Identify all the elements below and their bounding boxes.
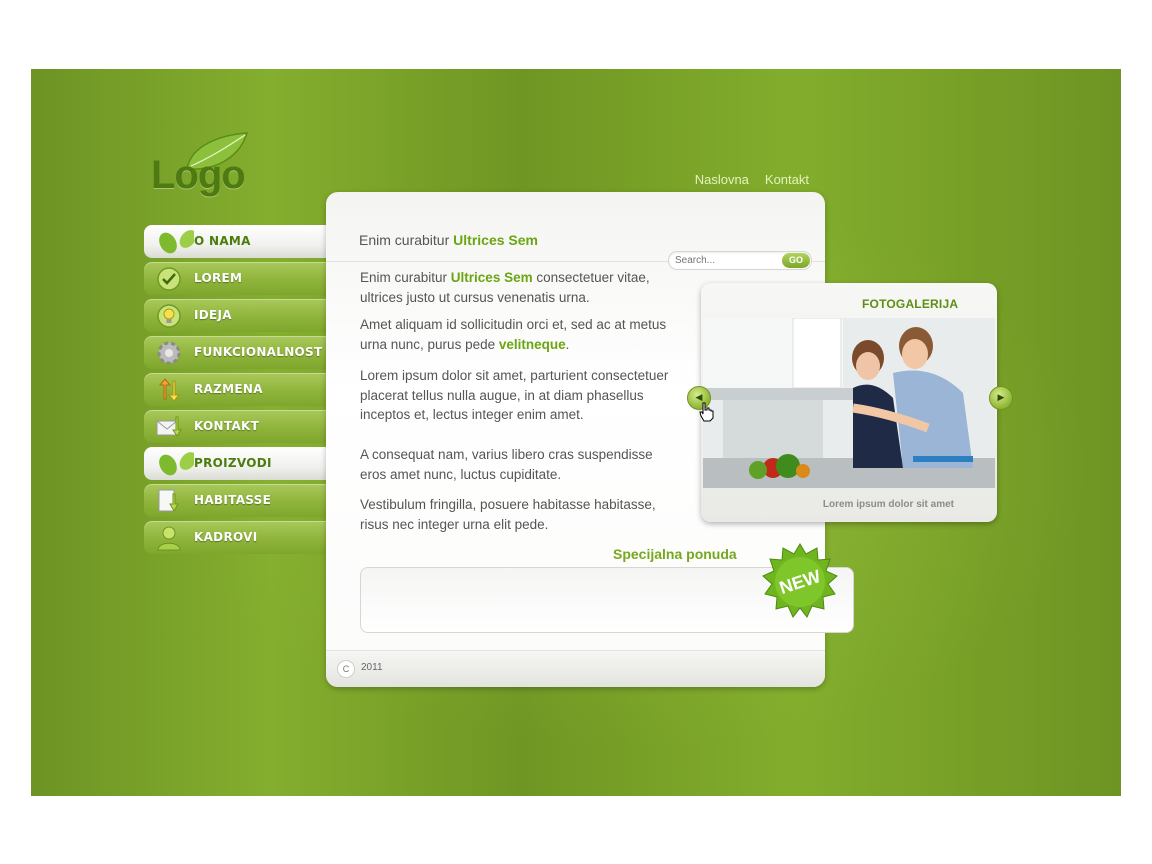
- top-navigation: Naslovna Kontakt: [695, 172, 809, 187]
- page-background: Logo Naslovna Kontakt O NAMA LOREM IDEJA…: [31, 69, 1121, 796]
- envelope-icon: [156, 416, 182, 437]
- sidebar-item-label: IDEJA: [194, 308, 232, 322]
- sidebar-item-label: HABITASSE: [194, 493, 272, 507]
- arrow-right-icon: ▶: [997, 393, 1005, 403]
- new-badge-icon: NEW: [762, 543, 838, 618]
- sidebar-item-kontakt[interactable]: KONTAKT: [144, 410, 329, 443]
- sidebar-item-kadrovi[interactable]: KADROVI: [144, 521, 329, 554]
- kitchen-couple-photo: [703, 318, 995, 488]
- download-arrow-icon: [158, 489, 179, 513]
- paragraph-1: Enim curabitur Ultrices Sem consectetuer…: [360, 268, 678, 307]
- paragraph-4: A consequat nam, varius libero cras susp…: [360, 447, 653, 482]
- gallery-title: FOTOGALERIJA: [862, 297, 959, 311]
- sidebar-item-proizvodi[interactable]: PROIZVODI: [144, 447, 329, 480]
- copyright-year: 2011: [361, 662, 383, 673]
- copyright-icon: C: [337, 660, 355, 678]
- logo[interactable]: Logo: [151, 131, 261, 201]
- page-title: Enim curabitur Ultrices Sem: [359, 232, 538, 248]
- search-go-button[interactable]: GO: [782, 253, 810, 268]
- paragraph-highlight: velitneque: [498, 336, 566, 352]
- nav-link-naslovna[interactable]: Naslovna: [695, 172, 749, 187]
- hand-cursor-icon: [699, 402, 714, 422]
- paragraph-text: .: [565, 336, 570, 352]
- gallery-photo[interactable]: [703, 318, 995, 488]
- paragraph-highlight: Ultrices Sem: [450, 270, 533, 285]
- leaf-icon: [159, 230, 194, 254]
- sidebar-item-label: KONTAKT: [194, 419, 260, 433]
- sidebar-item-label: RAZMENA: [194, 382, 263, 396]
- leaf-icon: [159, 452, 194, 476]
- sidebar-item-label: PROIZVODI: [194, 456, 272, 470]
- lightbulb-icon: [157, 304, 181, 328]
- paragraph-3: Lorem ipsum dolor sit amet, parturient c…: [360, 368, 669, 422]
- sidebar-item-label: FUNKCIONALNOST: [194, 345, 323, 359]
- sidebar-item-o-nama[interactable]: O NAMA: [144, 225, 329, 258]
- photo-gallery: FOTOGALERIJA Lorem ipsum dolor sit amet: [701, 283, 997, 522]
- title-prefix: Enim curabitur: [359, 232, 454, 248]
- sidebar-item-label: O NAMA: [194, 234, 251, 248]
- sidebar-nav: O NAMA LOREM IDEJA FUNKCIONALNOST RAZMEN…: [144, 225, 329, 558]
- user-icon: [157, 526, 181, 551]
- title-highlight: Ultrices Sem: [453, 232, 538, 248]
- sidebar-item-label: KADROVI: [194, 530, 258, 544]
- exchange-arrows-icon: [158, 378, 181, 402]
- gear-icon: [157, 341, 181, 365]
- paragraph-2: Amet aliquam id sollicitudin orci et, se…: [360, 315, 678, 354]
- sidebar-item-label: LOREM: [194, 271, 243, 285]
- logo-text: Logo: [151, 153, 246, 197]
- nav-link-kontakt[interactable]: Kontakt: [765, 172, 809, 187]
- gallery-next-button[interactable]: ▶: [989, 386, 1013, 410]
- sidebar-item-lorem[interactable]: LOREM: [144, 262, 329, 295]
- paragraph-text: Enim curabitur: [360, 270, 451, 285]
- search-input[interactable]: [675, 253, 775, 268]
- sidebar-item-habitasse[interactable]: HABITASSE: [144, 484, 329, 517]
- sidebar-item-funkcionalnost[interactable]: FUNKCIONALNOST: [144, 336, 329, 369]
- paragraph-5: Vestibulum fringilla, posuere habitasse …: [360, 497, 656, 532]
- footer: C 2011: [326, 651, 825, 687]
- gallery-caption: Lorem ipsum dolor sit amet: [822, 499, 954, 510]
- check-icon: [157, 267, 181, 291]
- sidebar-item-ideja[interactable]: IDEJA: [144, 299, 329, 332]
- special-offer-title: Specijalna ponuda: [613, 546, 737, 562]
- sidebar-item-razmena[interactable]: RAZMENA: [144, 373, 329, 406]
- search-box: GO: [668, 251, 812, 270]
